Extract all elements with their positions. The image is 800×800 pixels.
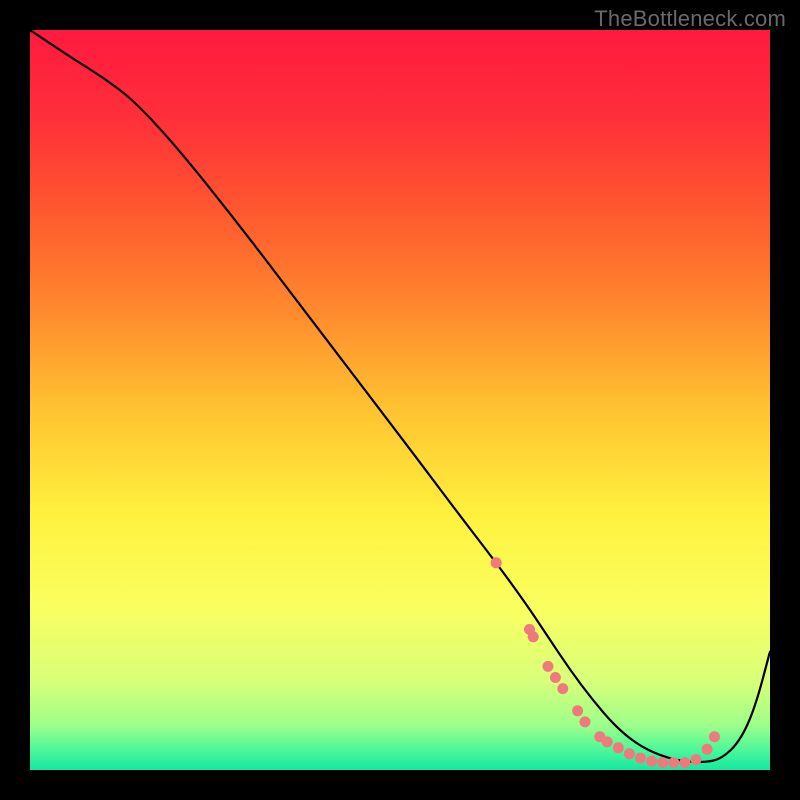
highlight-point xyxy=(572,705,583,716)
highlight-point xyxy=(543,661,554,672)
plot-area xyxy=(30,30,770,770)
highlight-point xyxy=(668,757,679,768)
highlight-point xyxy=(557,683,568,694)
chart-container: TheBottleneck.com xyxy=(0,0,800,800)
highlight-point xyxy=(691,754,702,765)
highlight-point xyxy=(613,742,624,753)
chart-svg xyxy=(30,30,770,770)
highlight-point xyxy=(491,557,502,568)
highlight-point xyxy=(580,716,591,727)
highlight-point xyxy=(709,731,720,742)
highlight-point xyxy=(646,756,657,767)
highlight-point xyxy=(635,753,646,764)
highlight-point xyxy=(679,757,690,768)
gradient-background xyxy=(30,30,770,770)
highlight-point xyxy=(528,631,539,642)
highlight-point xyxy=(657,757,668,768)
highlight-point xyxy=(702,744,713,755)
highlight-point xyxy=(550,672,561,683)
watermark-text: TheBottleneck.com xyxy=(594,6,786,32)
highlight-point xyxy=(624,748,635,759)
highlight-point xyxy=(602,736,613,747)
